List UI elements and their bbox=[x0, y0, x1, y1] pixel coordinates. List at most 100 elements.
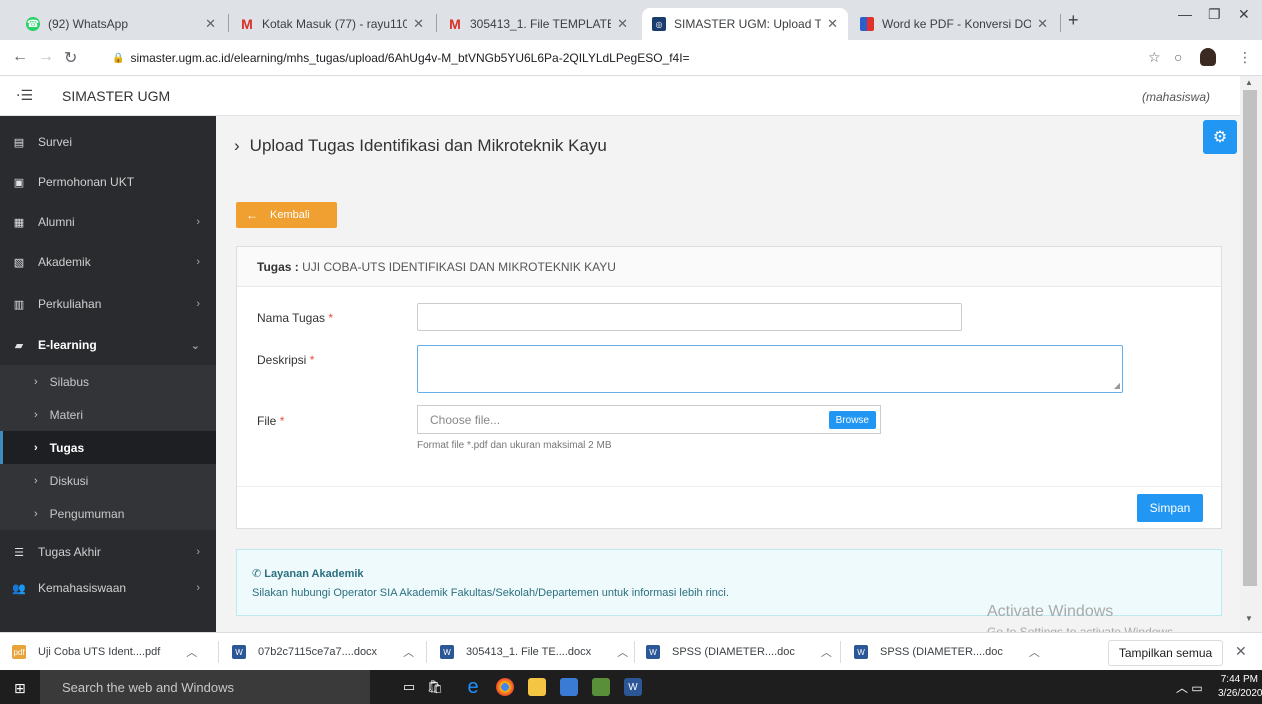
sidebar-item-label: Perkuliahan bbox=[38, 297, 102, 311]
user-role: (mahasiswa) bbox=[1141, 90, 1210, 104]
windows-start-icon[interactable]: ⊞ bbox=[14, 680, 26, 697]
close-icon[interactable]: ✕ bbox=[617, 16, 628, 32]
settings-gear-button[interactable]: ⚙ bbox=[1203, 120, 1237, 154]
scroll-up-icon[interactable]: ▲ bbox=[1245, 78, 1253, 87]
taskbar-clock[interactable]: 7:44 PM 3/26/2020 bbox=[1218, 673, 1262, 701]
browser-menu-icon[interactable]: ⋮ bbox=[1238, 49, 1252, 66]
task-view-icon[interactable]: ▭ bbox=[400, 678, 418, 696]
sidebar-subitem-diskusi[interactable]: › Diskusi bbox=[0, 464, 216, 497]
sidebar-item-permohonan-ukt[interactable]: ▣ Permohonan UKT bbox=[0, 164, 216, 200]
file-explorer-icon[interactable] bbox=[528, 678, 546, 696]
back-arrow-icon[interactable]: ← bbox=[12, 48, 28, 66]
word-file-icon: W bbox=[646, 645, 660, 659]
sidebar-item-label: Tugas Akhir bbox=[38, 545, 101, 559]
book-icon: ▰ bbox=[14, 339, 24, 352]
extension-circle-icon[interactable]: ○ bbox=[1174, 49, 1182, 65]
minimize-icon[interactable]: — bbox=[1178, 6, 1192, 22]
download-item[interactable]: W 07b2c7115ce7a7....docx ︿ bbox=[232, 641, 414, 663]
sidebar-item-tugas-akhir[interactable]: ☰ Tugas Akhir › bbox=[0, 534, 216, 570]
sidebar-item-label: Permohonan UKT bbox=[38, 175, 135, 189]
browse-button[interactable]: Browse bbox=[828, 411, 876, 429]
resize-handle-icon[interactable]: ◢ bbox=[1114, 381, 1120, 390]
nama-tugas-label: Nama Tugas * bbox=[257, 311, 334, 325]
sidebar-item-elearning[interactable]: ▰ E-learning ⌄ bbox=[0, 327, 216, 363]
close-icon[interactable]: ✕ bbox=[413, 16, 424, 32]
chevron-up-icon[interactable]: ︿ bbox=[821, 644, 832, 660]
close-icon[interactable]: ✕ bbox=[827, 16, 838, 32]
scroll-down-icon[interactable]: ▼ bbox=[1245, 614, 1253, 623]
word-app-icon[interactable]: W bbox=[624, 678, 642, 696]
reload-icon[interactable]: ↻ bbox=[64, 48, 77, 68]
download-item[interactable]: W SPSS (DIAMETER....doc ︿ bbox=[646, 641, 832, 663]
sidebar-item-perkuliahan[interactable]: ▥ Perkuliahan › bbox=[0, 286, 216, 322]
file-input[interactable]: Choose file... Browse bbox=[417, 405, 881, 434]
save-button[interactable]: Simpan bbox=[1137, 494, 1203, 522]
sidebar-subitem-pengumuman[interactable]: › Pengumuman bbox=[0, 497, 216, 530]
close-icon[interactable]: ✕ bbox=[1037, 16, 1048, 32]
download-item[interactable]: pdf Uji Coba UTS Ident....pdf ︿ bbox=[12, 641, 197, 663]
profile-avatar[interactable] bbox=[1200, 48, 1216, 66]
tab-separator bbox=[228, 14, 229, 32]
gears-icon: ⚙ bbox=[1212, 129, 1228, 146]
tab-gmail-inbox[interactable]: M Kotak Masuk (77) - rayu1105@ ✕ bbox=[230, 8, 434, 40]
new-tab-plus-icon[interactable]: + bbox=[1068, 10, 1079, 31]
back-button[interactable]: ← Kembali bbox=[236, 202, 337, 228]
download-item[interactable]: W SPSS (DIAMETER....doc ︿ bbox=[854, 641, 1040, 663]
tab-gmail-template[interactable]: M 305413_1. File TEMPLATE KOP ✕ bbox=[438, 8, 638, 40]
store-icon[interactable]: 🛍 bbox=[426, 678, 444, 696]
users-icon: 👥 bbox=[12, 582, 26, 595]
sidebar-subitem-materi[interactable]: › Materi bbox=[0, 398, 216, 431]
tab-simaster-upload[interactable]: ◎ SIMASTER UGM: Upload Tugas ✕ bbox=[642, 8, 848, 40]
chevron-right-icon: › bbox=[34, 408, 38, 421]
scrollbar-thumb[interactable] bbox=[1243, 90, 1257, 586]
sidebar-item-kemahasiswaan[interactable]: 👥 Kemahasiswaan › bbox=[0, 570, 216, 606]
sidebar-item-label: Survei bbox=[38, 135, 73, 149]
windows-taskbar: ⊞ Search the web and Windows ▭ 🛍 e W ︿ ▭… bbox=[0, 670, 1262, 704]
chevron-right-icon: › bbox=[34, 375, 38, 388]
sidebar-subitem-tugas[interactable]: › Tugas bbox=[0, 431, 216, 464]
clock-time: 7:44 PM bbox=[1220, 674, 1258, 685]
calendar-icon: ▥ bbox=[13, 298, 25, 311]
nama-tugas-input[interactable] bbox=[417, 303, 962, 331]
sidebar-item-survei[interactable]: ▤ Survei bbox=[0, 124, 216, 160]
download-separator bbox=[426, 641, 427, 663]
chevron-right-icon: › bbox=[34, 507, 38, 520]
sidebar-subitem-silabus[interactable]: › Silabus bbox=[0, 365, 216, 398]
app-icon[interactable] bbox=[560, 678, 578, 696]
tab-word-to-pdf[interactable]: Word ke PDF - Konversi DOC ✕ bbox=[850, 8, 1058, 40]
taskbar-search[interactable]: Search the web and Windows bbox=[40, 670, 370, 704]
window-close-icon[interactable]: ✕ bbox=[1238, 6, 1250, 23]
chevron-up-icon[interactable]: ︿ bbox=[186, 644, 197, 660]
file-label: File * bbox=[257, 414, 285, 428]
restore-icon[interactable]: ❐ bbox=[1208, 6, 1221, 23]
close-icon[interactable]: ✕ bbox=[1235, 643, 1247, 660]
chevron-up-icon[interactable]: ︿ bbox=[617, 644, 628, 660]
download-filename: SPSS (DIAMETER....doc bbox=[672, 646, 795, 658]
close-icon[interactable]: ✕ bbox=[205, 16, 216, 32]
tab-whatsapp[interactable]: ☎ (92) WhatsApp ✕ bbox=[16, 8, 226, 40]
sidebar-item-akademik[interactable]: ▧ Akademik › bbox=[0, 244, 216, 280]
word-file-icon: W bbox=[232, 645, 246, 659]
show-all-downloads-button[interactable]: Tampilkan semua bbox=[1108, 640, 1223, 666]
sidebar-subitem-label: Materi bbox=[49, 407, 84, 422]
tray-chevron-icon[interactable]: ︿ ▭ bbox=[1176, 679, 1203, 696]
tab-title: 305413_1. File TEMPLATE KOP bbox=[470, 17, 612, 31]
download-item[interactable]: W 305413_1. File TE....docx ︿ bbox=[440, 641, 628, 663]
forward-arrow-icon[interactable]: → bbox=[38, 48, 54, 66]
page-title: › Upload Tugas Identifikasi dan Mikrotekn… bbox=[234, 136, 607, 156]
url-field[interactable]: 🔒 simaster.ugm.ac.id/elearning/mhs_tugas… bbox=[112, 46, 1112, 70]
chevron-up-icon[interactable]: ︿ bbox=[1029, 644, 1040, 660]
info-title: ✆ Layanan Akademik bbox=[252, 568, 364, 580]
sidebar-toggle-icon[interactable]: ⋅☰ bbox=[16, 87, 33, 104]
chrome-browser-icon[interactable] bbox=[496, 678, 514, 696]
chevron-up-icon[interactable]: ︿ bbox=[403, 644, 414, 660]
main-content: › Upload Tugas Identifikasi dan Mikrotekn… bbox=[216, 116, 1240, 632]
tab-title: Kotak Masuk (77) - rayu1105@ bbox=[262, 17, 408, 31]
edge-browser-icon[interactable]: e bbox=[464, 676, 482, 698]
sidebar-item-alumni[interactable]: ▦ Alumni › bbox=[0, 204, 216, 240]
photo-app-icon[interactable] bbox=[592, 678, 610, 696]
bookmark-star-icon[interactable]: ☆ bbox=[1148, 49, 1161, 66]
deskripsi-label: Deskripsi * bbox=[257, 353, 315, 367]
deskripsi-textarea[interactable]: ◢ bbox=[417, 345, 1123, 393]
word-file-icon: W bbox=[854, 645, 868, 659]
